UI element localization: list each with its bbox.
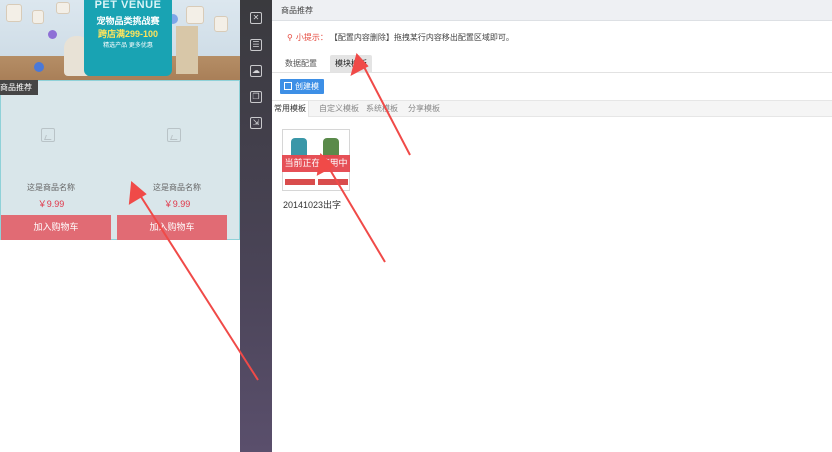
image-placeholder-icon — [167, 128, 181, 142]
banner-brand: PET VENUE — [94, 0, 162, 11]
add-icon — [284, 82, 292, 90]
balloon — [48, 30, 57, 39]
in-use-badge: 当前正在使用中 — [282, 155, 350, 172]
tab-module-template[interactable]: 模块模板 — [330, 55, 372, 72]
divider — [272, 72, 832, 73]
thumb-cart-bar — [285, 179, 315, 185]
tip-label: 小提示： — [295, 33, 328, 42]
cloud-icon[interactable]: ☁ — [250, 65, 262, 77]
tab-system-templates[interactable]: 系统模板 — [366, 101, 398, 117]
tab-common-templates[interactable]: 常用模板 — [272, 101, 309, 117]
panel-header: 商品推荐 — [272, 0, 832, 21]
promo-banner[interactable]: PET VENUE 宠物品类挑战赛 跨店满299-100 精选产品 更多优惠 — [0, 0, 240, 80]
module-icon[interactable]: ☰ — [250, 39, 262, 51]
tip-line: ⚲ 小提示： 【配置内容删除】拖拽某行内容移出配置区域即可。 — [287, 32, 514, 43]
product-card[interactable]: 这是商品名称 ￥9.99 加入购物车 — [0, 81, 111, 241]
banner-photo-frame — [214, 16, 228, 32]
location-pin-icon: ⚲ — [287, 33, 293, 42]
pet-food-bag — [176, 26, 198, 74]
store-preview: PET VENUE 宠物品类挑战赛 跨店满299-100 精选产品 更多优惠 这… — [0, 0, 240, 452]
product-list: 这是商品名称 ￥9.99 加入购物车 这是商品名称 ￥9.99 加入购物车 — [0, 80, 240, 240]
template-name: 20141023出字 — [283, 200, 342, 210]
delete-icon[interactable]: ✕ — [250, 12, 262, 24]
copy-icon[interactable]: ❐ — [250, 91, 262, 103]
banner-headline: 宠物品类挑战赛 — [96, 16, 160, 26]
config-panel: 商品推荐 ⚲ 小提示： 【配置内容删除】拖拽某行内容移出配置区域即可。 数据配置 模… — [272, 0, 832, 452]
product-price: ￥9.99 — [37, 199, 65, 209]
create-button-label: 创建模 — [295, 82, 319, 91]
banner-photo-frame — [56, 2, 70, 14]
add-to-cart-button[interactable]: 加入购物车 — [1, 215, 111, 240]
product-name: 这是商品名称 — [27, 183, 75, 192]
banner-photo-frame — [6, 4, 22, 22]
section-tag: 商品推荐 — [0, 80, 38, 95]
tab-custom-templates[interactable]: 自定义模板 — [319, 101, 359, 117]
product-name: 这是商品名称 — [153, 183, 201, 192]
tab-data-config[interactable]: 数据配置 — [280, 55, 322, 72]
banner-photo-frame — [32, 10, 44, 24]
add-to-cart-button[interactable]: 加入购物车 — [117, 215, 227, 240]
product-price: ￥9.99 — [163, 199, 191, 209]
screen: { "preview": { "banner": { "brand": "PET… — [0, 0, 832, 452]
banner-offer: 跨店满299-100 — [97, 29, 159, 39]
tip-text: 【配置内容删除】拖拽某行内容移出配置区域即可。 — [333, 33, 514, 42]
thumb-cart-bar — [318, 179, 348, 185]
create-template-button[interactable]: 创建模 — [280, 79, 324, 94]
module-toolbar: ✕ ☰ ☁ ❐ ⇲ — [240, 0, 272, 452]
toy-ball — [34, 62, 44, 72]
banner-photo-frame — [186, 6, 204, 24]
banner-subline: 精选产品 更多优惠 — [103, 43, 153, 49]
export-icon[interactable]: ⇲ — [250, 117, 262, 129]
image-placeholder-icon — [41, 128, 55, 142]
product-card[interactable]: 这是商品名称 ￥9.99 加入购物车 — [117, 81, 237, 241]
tab-shared-templates[interactable]: 分享模板 — [408, 101, 440, 117]
panel-title: 商品推荐 — [281, 6, 313, 15]
template-tabs: 常用模板 自定义模板 系统模板 分享模板 — [272, 100, 832, 117]
